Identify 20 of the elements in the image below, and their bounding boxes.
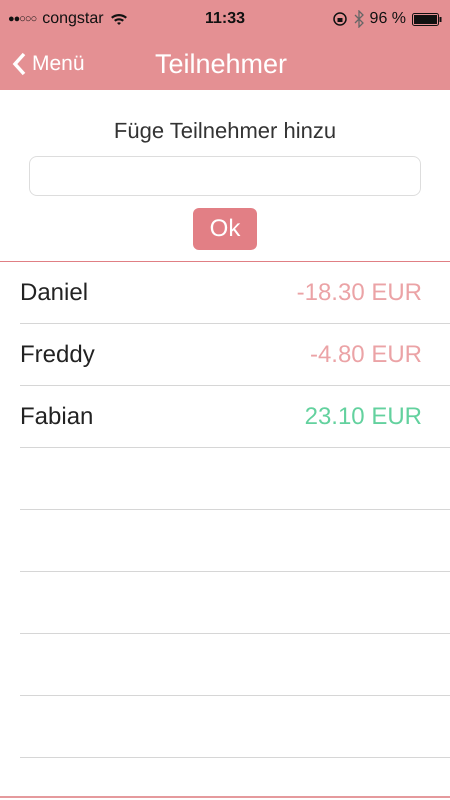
battery-percent: 96 % — [370, 10, 406, 28]
balance-amount: -18.30 EUR — [296, 278, 422, 306]
balance-amount: 23.10 EUR — [304, 402, 422, 430]
back-button[interactable]: Menü — [12, 52, 85, 76]
battery-icon — [412, 12, 442, 26]
form-heading: Füge Teilnehmer hinzu — [114, 118, 336, 144]
chevron-left-icon — [12, 52, 26, 76]
wifi-icon — [110, 12, 128, 26]
signal-dots: ●●○○○ — [8, 13, 36, 25]
ok-button[interactable]: Ok — [193, 208, 257, 250]
name-input-field[interactable] — [29, 156, 421, 196]
carrier-name: congstar — [42, 10, 104, 28]
participant-name: Daniel — [20, 278, 88, 306]
balance-amount: -4.80 EUR — [310, 340, 422, 368]
rotation-lock-icon — [332, 11, 348, 27]
screen-title: Teilnehmer — [154, 48, 288, 78]
clock-time: 11:33 — [204, 10, 246, 28]
participant-name: Freddy — [20, 340, 95, 368]
bluetooth-icon — [354, 10, 364, 28]
participant-name: Fabian — [20, 402, 94, 430]
